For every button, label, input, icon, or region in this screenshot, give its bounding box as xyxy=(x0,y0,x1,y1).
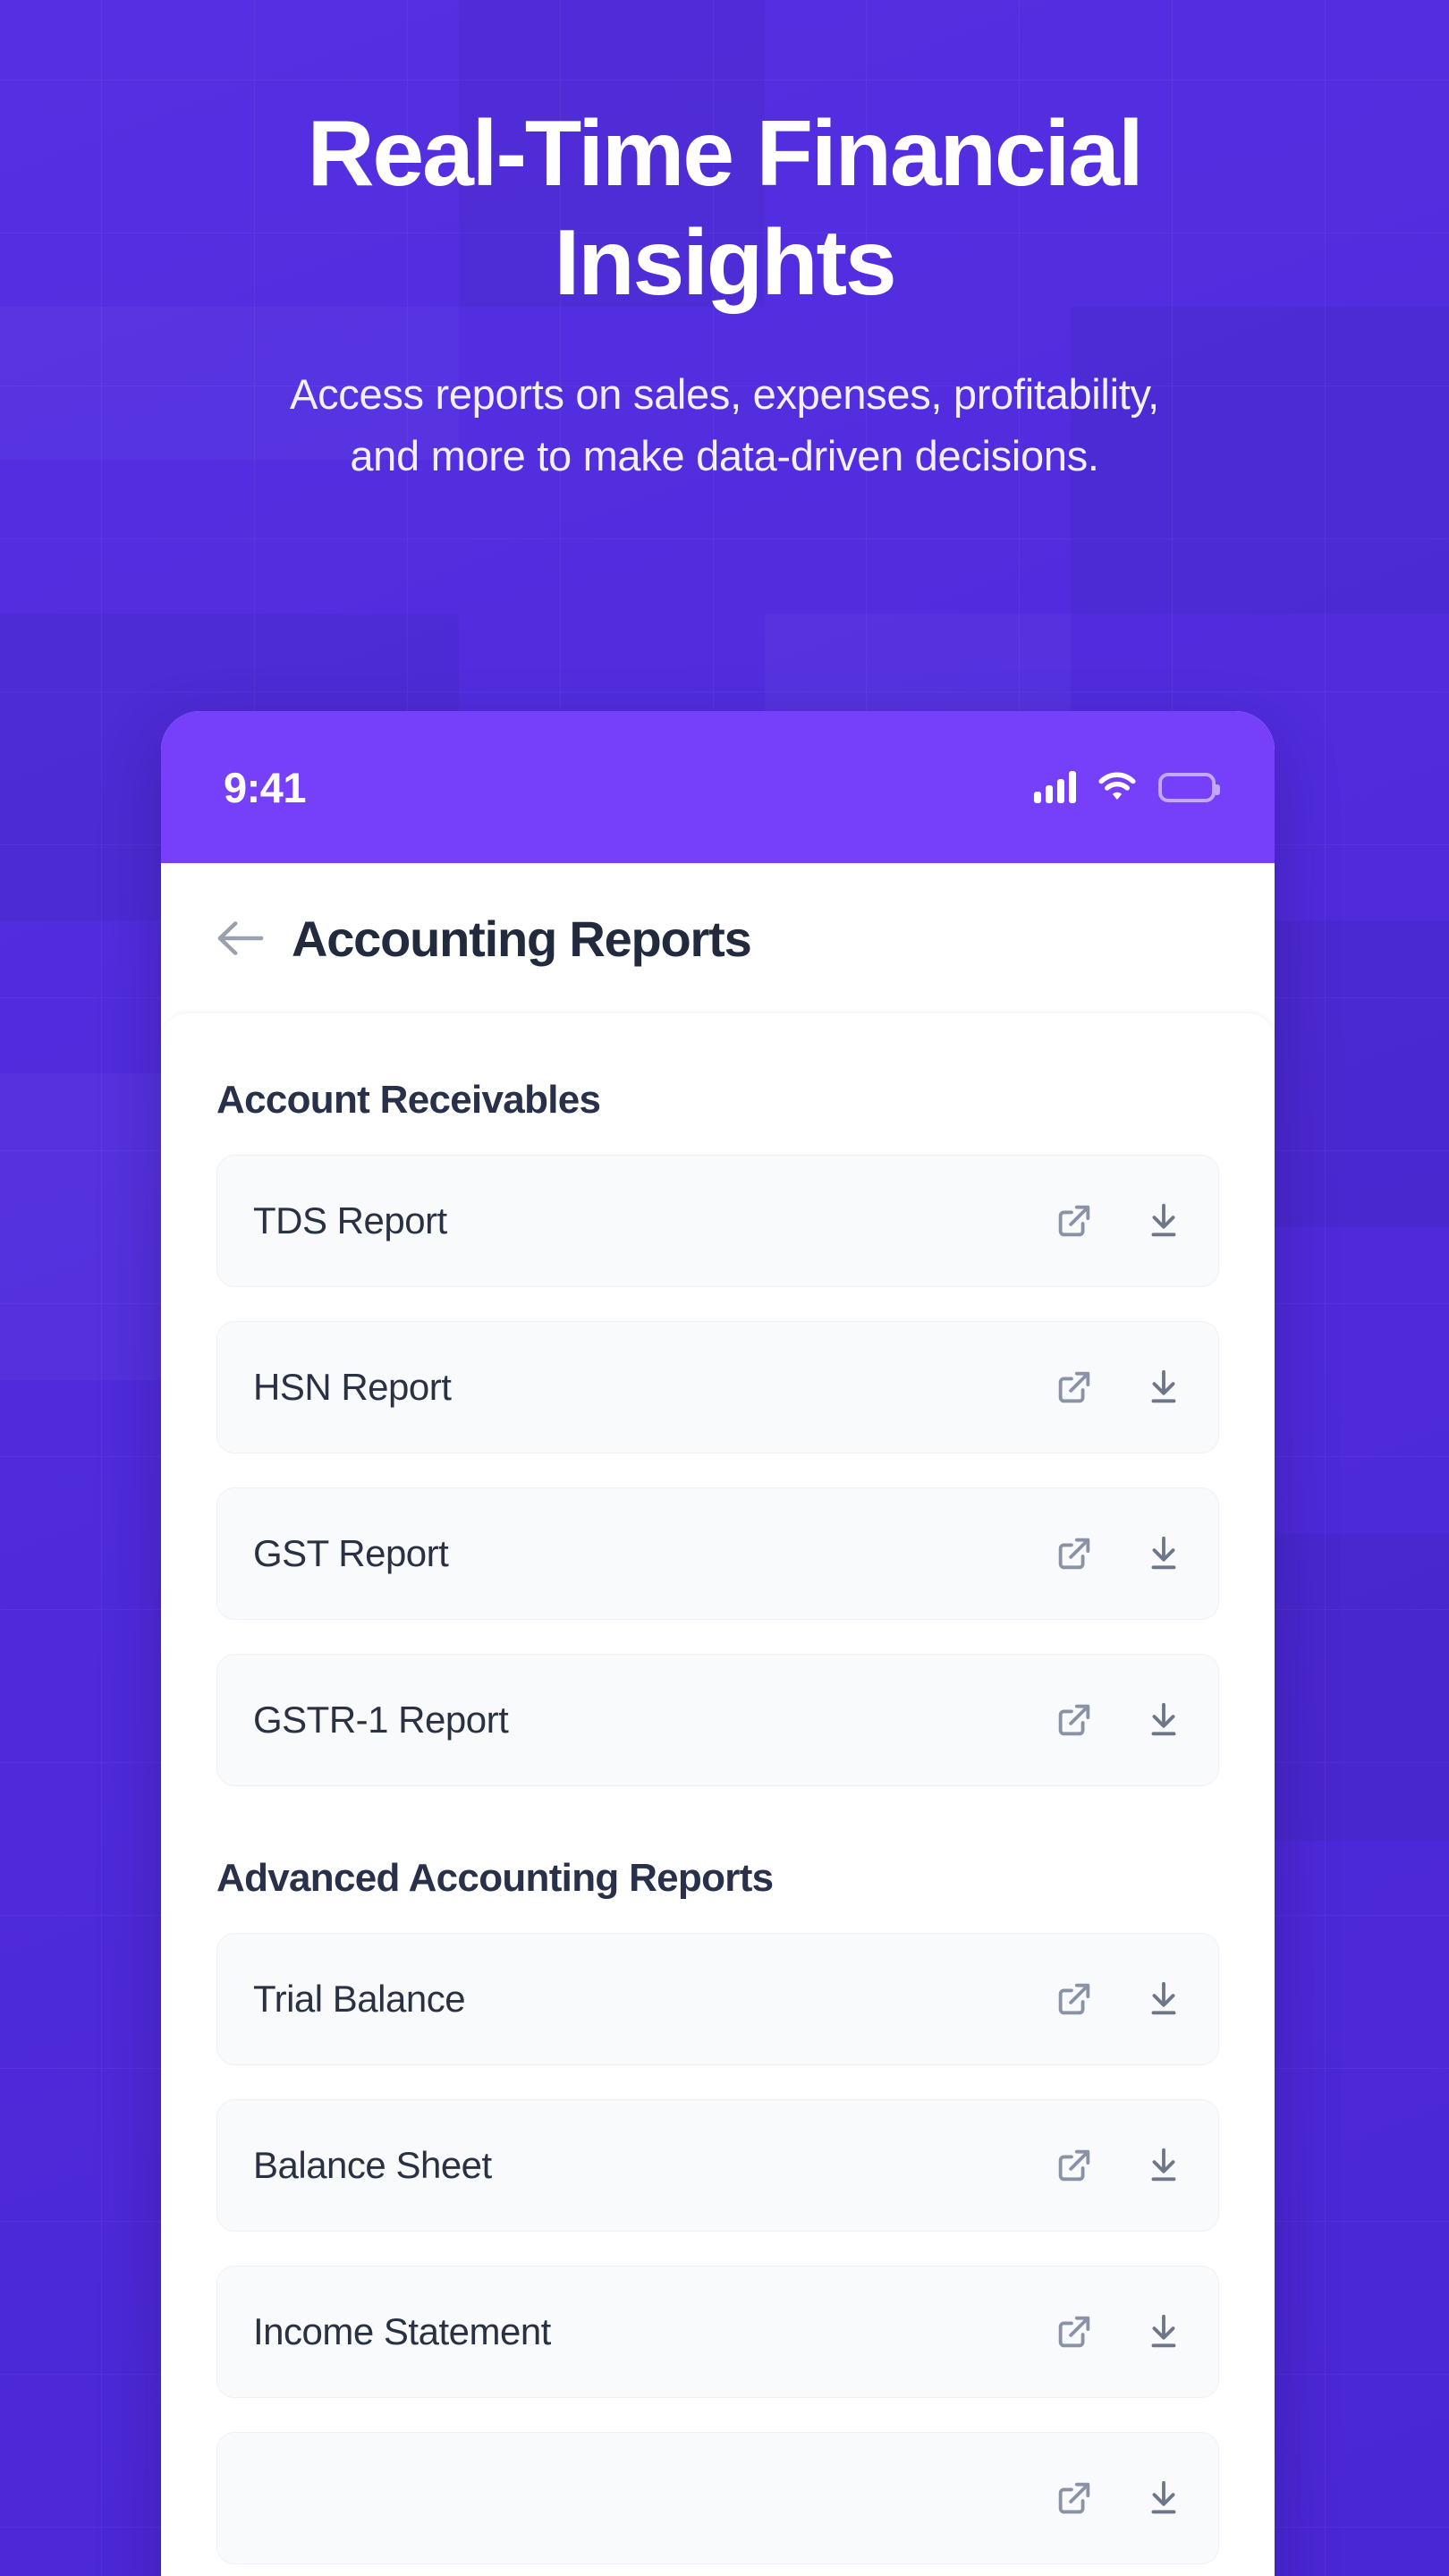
section-heading: Account Receivables xyxy=(216,1078,601,1122)
report-row[interactable]: Income Statement xyxy=(216,2266,1219,2398)
external-link-icon[interactable] xyxy=(1054,1533,1095,1574)
hero-subtitle: Access reports on sales, expenses, profi… xyxy=(290,370,1159,479)
status-icon-group xyxy=(1034,771,1220,803)
report-actions xyxy=(1054,2311,1184,2352)
battery-icon xyxy=(1158,772,1220,802)
screen-title: Accounting Reports xyxy=(292,910,752,967)
status-time: 9:41 xyxy=(224,763,307,811)
report-actions xyxy=(1054,1979,1184,2020)
external-link-icon[interactable] xyxy=(1054,1979,1095,2020)
phone-mockup: 9:41 Accounting Reports Account Receivab… xyxy=(161,711,1275,2576)
download-icon[interactable] xyxy=(1143,2145,1184,2186)
reports-scroll-panel[interactable]: Account Receivables TDS Report HSN Repor… xyxy=(161,1013,1275,2576)
external-link-icon[interactable] xyxy=(1054,2478,1095,2519)
report-row[interactable]: GSTR-1 Report xyxy=(216,1654,1219,1786)
report-row[interactable]: Trial Balance xyxy=(216,1933,1219,2065)
page-title: Real-Time Financial Insights xyxy=(307,102,1143,315)
report-name: GST Report xyxy=(253,1532,449,1574)
external-link-icon[interactable] xyxy=(1054,1200,1095,1241)
section-heading: Advanced Accounting Reports xyxy=(216,1856,774,1900)
report-name: Income Statement xyxy=(253,2310,551,2352)
report-actions xyxy=(1054,2478,1184,2519)
app-header: Accounting Reports xyxy=(161,863,1275,1013)
external-link-icon[interactable] xyxy=(1054,1699,1095,1741)
report-name: HSN Report xyxy=(253,1366,452,1408)
report-actions xyxy=(1054,1533,1184,1574)
external-link-icon[interactable] xyxy=(1054,2145,1095,2186)
wifi-icon xyxy=(1097,772,1137,802)
external-link-icon[interactable] xyxy=(1054,2311,1095,2352)
report-row[interactable]: HSN Report xyxy=(216,1321,1219,1453)
download-icon[interactable] xyxy=(1143,1367,1184,1408)
report-section: Account Receivables TDS Report HSN Repor… xyxy=(216,1078,1219,1786)
status-bar: 9:41 xyxy=(161,711,1275,863)
report-row[interactable]: Balance Sheet xyxy=(216,2099,1219,2232)
download-icon[interactable] xyxy=(1143,1533,1184,1574)
report-row[interactable]: GST Report xyxy=(216,1487,1219,1620)
hero-section: Real-Time Financial Insights Access repo… xyxy=(0,0,1449,487)
report-actions xyxy=(1054,1699,1184,1741)
download-icon[interactable] xyxy=(1143,1979,1184,2020)
report-name: TDS Report xyxy=(253,1199,447,1241)
report-name: GSTR-1 Report xyxy=(253,1699,509,1741)
download-icon[interactable] xyxy=(1143,2478,1184,2519)
download-icon[interactable] xyxy=(1143,1699,1184,1741)
external-link-icon[interactable] xyxy=(1054,1367,1095,1408)
background-tile-accent xyxy=(1275,1534,1449,1841)
report-name: Trial Balance xyxy=(253,1978,466,2020)
download-icon[interactable] xyxy=(1143,1200,1184,1241)
report-actions xyxy=(1054,2145,1184,2186)
report-actions xyxy=(1054,1367,1184,1408)
report-section: Advanced Accounting Reports Trial Balanc… xyxy=(216,1856,1219,2564)
report-name: Balance Sheet xyxy=(253,2144,492,2186)
background-tile-accent xyxy=(0,1073,161,1380)
signal-icon xyxy=(1034,771,1076,803)
back-arrow-icon[interactable] xyxy=(216,919,265,958)
report-row-partial[interactable] xyxy=(216,2432,1219,2564)
download-icon[interactable] xyxy=(1143,2311,1184,2352)
report-row[interactable]: TDS Report xyxy=(216,1155,1219,1287)
report-actions xyxy=(1054,1200,1184,1241)
